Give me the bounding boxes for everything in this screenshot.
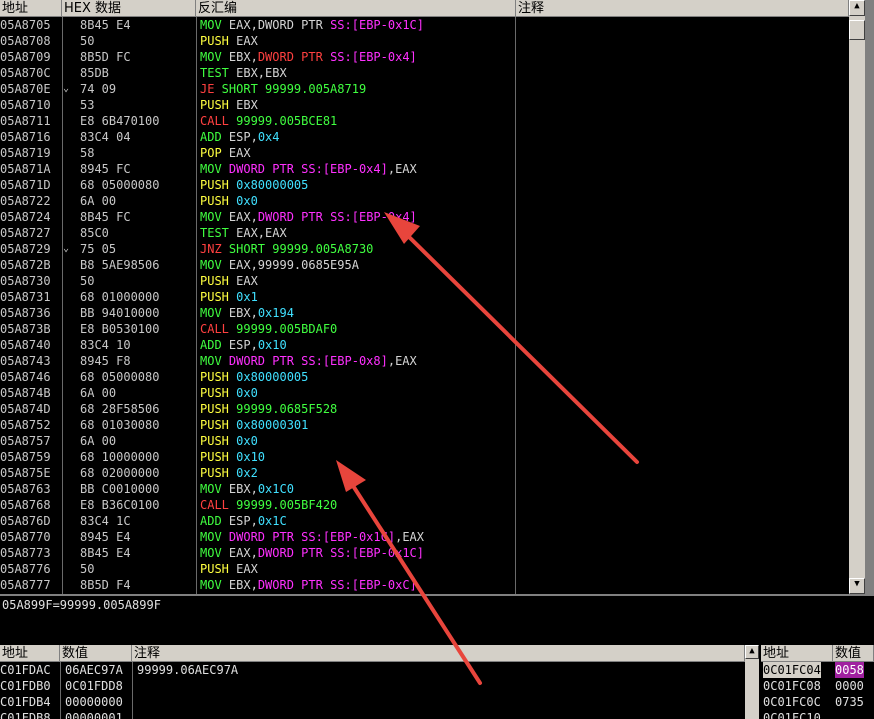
arrow-upper <box>384 212 639 464</box>
annotation-arrows <box>336 212 639 685</box>
arrow-lower <box>336 460 482 685</box>
